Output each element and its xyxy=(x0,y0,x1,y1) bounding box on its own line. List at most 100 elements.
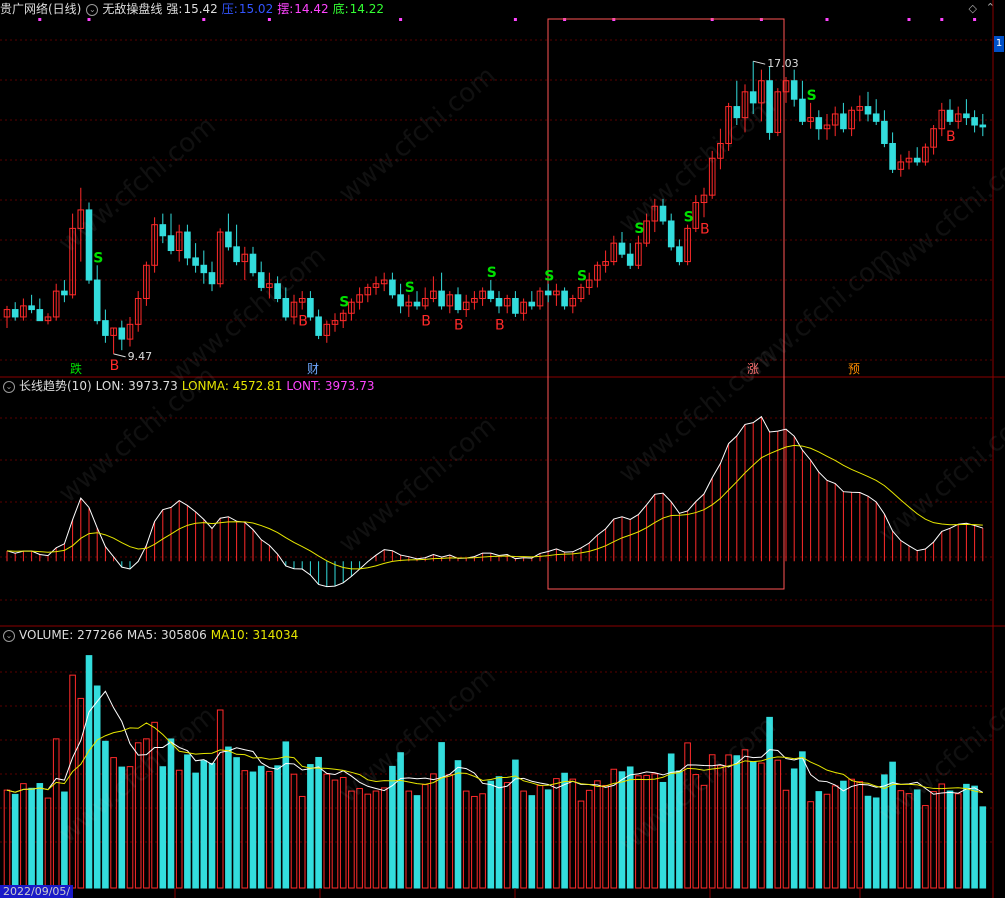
buy-signal: B xyxy=(700,221,710,237)
volume-bar-down xyxy=(946,790,954,889)
low-pointer xyxy=(113,353,126,358)
candle xyxy=(676,239,683,266)
volume-bar-down xyxy=(397,752,404,889)
candle xyxy=(979,113,987,137)
candle-body-down xyxy=(872,113,880,122)
volume-bar-up xyxy=(356,788,363,889)
volume-bar-down xyxy=(971,785,978,889)
candle xyxy=(889,132,896,174)
candle xyxy=(208,261,216,292)
candle-body-down xyxy=(963,113,970,119)
volume-bar-up xyxy=(266,770,273,889)
candle xyxy=(799,80,806,126)
candle xyxy=(110,327,117,354)
volume-bar-down xyxy=(766,716,773,889)
top-marker xyxy=(202,18,206,21)
volume-ma10-line xyxy=(6,722,983,794)
sell-signal: S xyxy=(93,250,103,266)
candle xyxy=(241,246,249,281)
volume-bar-down xyxy=(36,783,44,889)
volume-bar-down xyxy=(438,742,445,889)
volume-bar-up xyxy=(897,790,905,889)
stock-chart[interactable]: 17.039.47SSSS S SSSSBB B B BBB跌财涨预 xyxy=(0,0,1005,898)
candle xyxy=(479,287,486,306)
volume-bar-up xyxy=(380,787,388,889)
candle-body-down xyxy=(495,297,503,307)
volume-bar-up xyxy=(52,738,60,889)
candle xyxy=(684,224,691,266)
volume-bar-up xyxy=(520,790,527,889)
candle xyxy=(659,198,667,225)
candle-body-down xyxy=(667,220,675,248)
volume-bar-down xyxy=(979,806,987,889)
volume-value[interactable]: VOLUME: 277266 xyxy=(19,628,123,642)
candle-body-down xyxy=(184,231,191,259)
trend-name[interactable]: 长线趋势(10) xyxy=(19,379,92,393)
volume-bar-down xyxy=(233,757,240,889)
candle xyxy=(913,147,921,166)
volume-bar-up xyxy=(717,764,724,889)
candle xyxy=(700,187,708,218)
candle xyxy=(643,213,650,247)
volume-bar-down xyxy=(274,765,281,889)
volume-bar-down xyxy=(790,768,798,889)
volume-bar-up xyxy=(69,674,76,889)
volume-bar-down xyxy=(840,780,847,889)
top-marker xyxy=(907,18,911,21)
top-marker xyxy=(38,18,42,21)
volume-bar-up xyxy=(44,797,52,889)
collapse-icon[interactable]: ⌄ xyxy=(3,629,15,642)
collapse-icon[interactable]: ⌄ xyxy=(3,380,15,393)
candle xyxy=(815,110,823,140)
candle-body-down xyxy=(118,327,126,340)
volume-bar-up xyxy=(331,779,339,889)
candle xyxy=(102,309,109,343)
volume-bar-up xyxy=(758,762,765,889)
strong-value: 15.42 xyxy=(183,2,218,16)
page-indicator[interactable]: 1 xyxy=(994,36,1004,52)
candle xyxy=(298,291,306,310)
top-marker xyxy=(973,18,977,21)
volume-bar-up xyxy=(430,773,437,889)
volume-bar-up xyxy=(126,766,134,889)
stock-name[interactable]: 贵广网络(日线) xyxy=(0,2,81,16)
volume-bar-down xyxy=(192,772,199,889)
candle xyxy=(331,313,339,332)
candle xyxy=(626,243,634,269)
volume-bar-down xyxy=(913,789,921,889)
candle-body-down xyxy=(282,297,290,318)
top-marker xyxy=(513,18,517,21)
diamond-icon[interactable]: ◇ xyxy=(969,2,977,15)
chevron-up-icon[interactable]: ⌃ xyxy=(986,1,995,14)
candle xyxy=(864,91,872,122)
volume-header: ⌄ VOLUME: 277266 MA5: 305806 MA10: 314034 xyxy=(0,626,302,644)
sell-signal: S xyxy=(544,269,554,285)
candle xyxy=(462,294,470,317)
indicator-name[interactable]: 无敌操盘线 xyxy=(102,2,162,16)
candle xyxy=(85,202,93,284)
candle xyxy=(249,246,257,277)
volume-bar-up xyxy=(143,738,150,889)
volume-bar-up xyxy=(405,790,413,889)
candle-body-down xyxy=(561,290,568,307)
sell-signal: S xyxy=(634,221,644,237)
volume-bar-down xyxy=(618,771,626,889)
volume-bar-up xyxy=(577,800,585,889)
collapse-icon[interactable]: ⌄ xyxy=(86,3,99,16)
volume-bar-up xyxy=(725,754,732,889)
candle-body-down xyxy=(397,294,404,307)
candle-body-down xyxy=(528,301,536,307)
volume-bar-up xyxy=(323,773,331,889)
candle-body-down xyxy=(913,157,921,163)
candle xyxy=(733,80,741,126)
candle xyxy=(553,283,560,306)
volume-bar-up xyxy=(831,785,839,889)
lont-value: LONT: 3973.73 xyxy=(286,379,375,393)
candle-body-down xyxy=(438,290,445,307)
volume-bar-up xyxy=(700,784,708,889)
sell-signal: S xyxy=(405,280,415,296)
candle xyxy=(717,128,724,170)
candle-body-down xyxy=(93,279,101,322)
volume-bar-up xyxy=(446,774,454,889)
candle xyxy=(946,99,954,126)
